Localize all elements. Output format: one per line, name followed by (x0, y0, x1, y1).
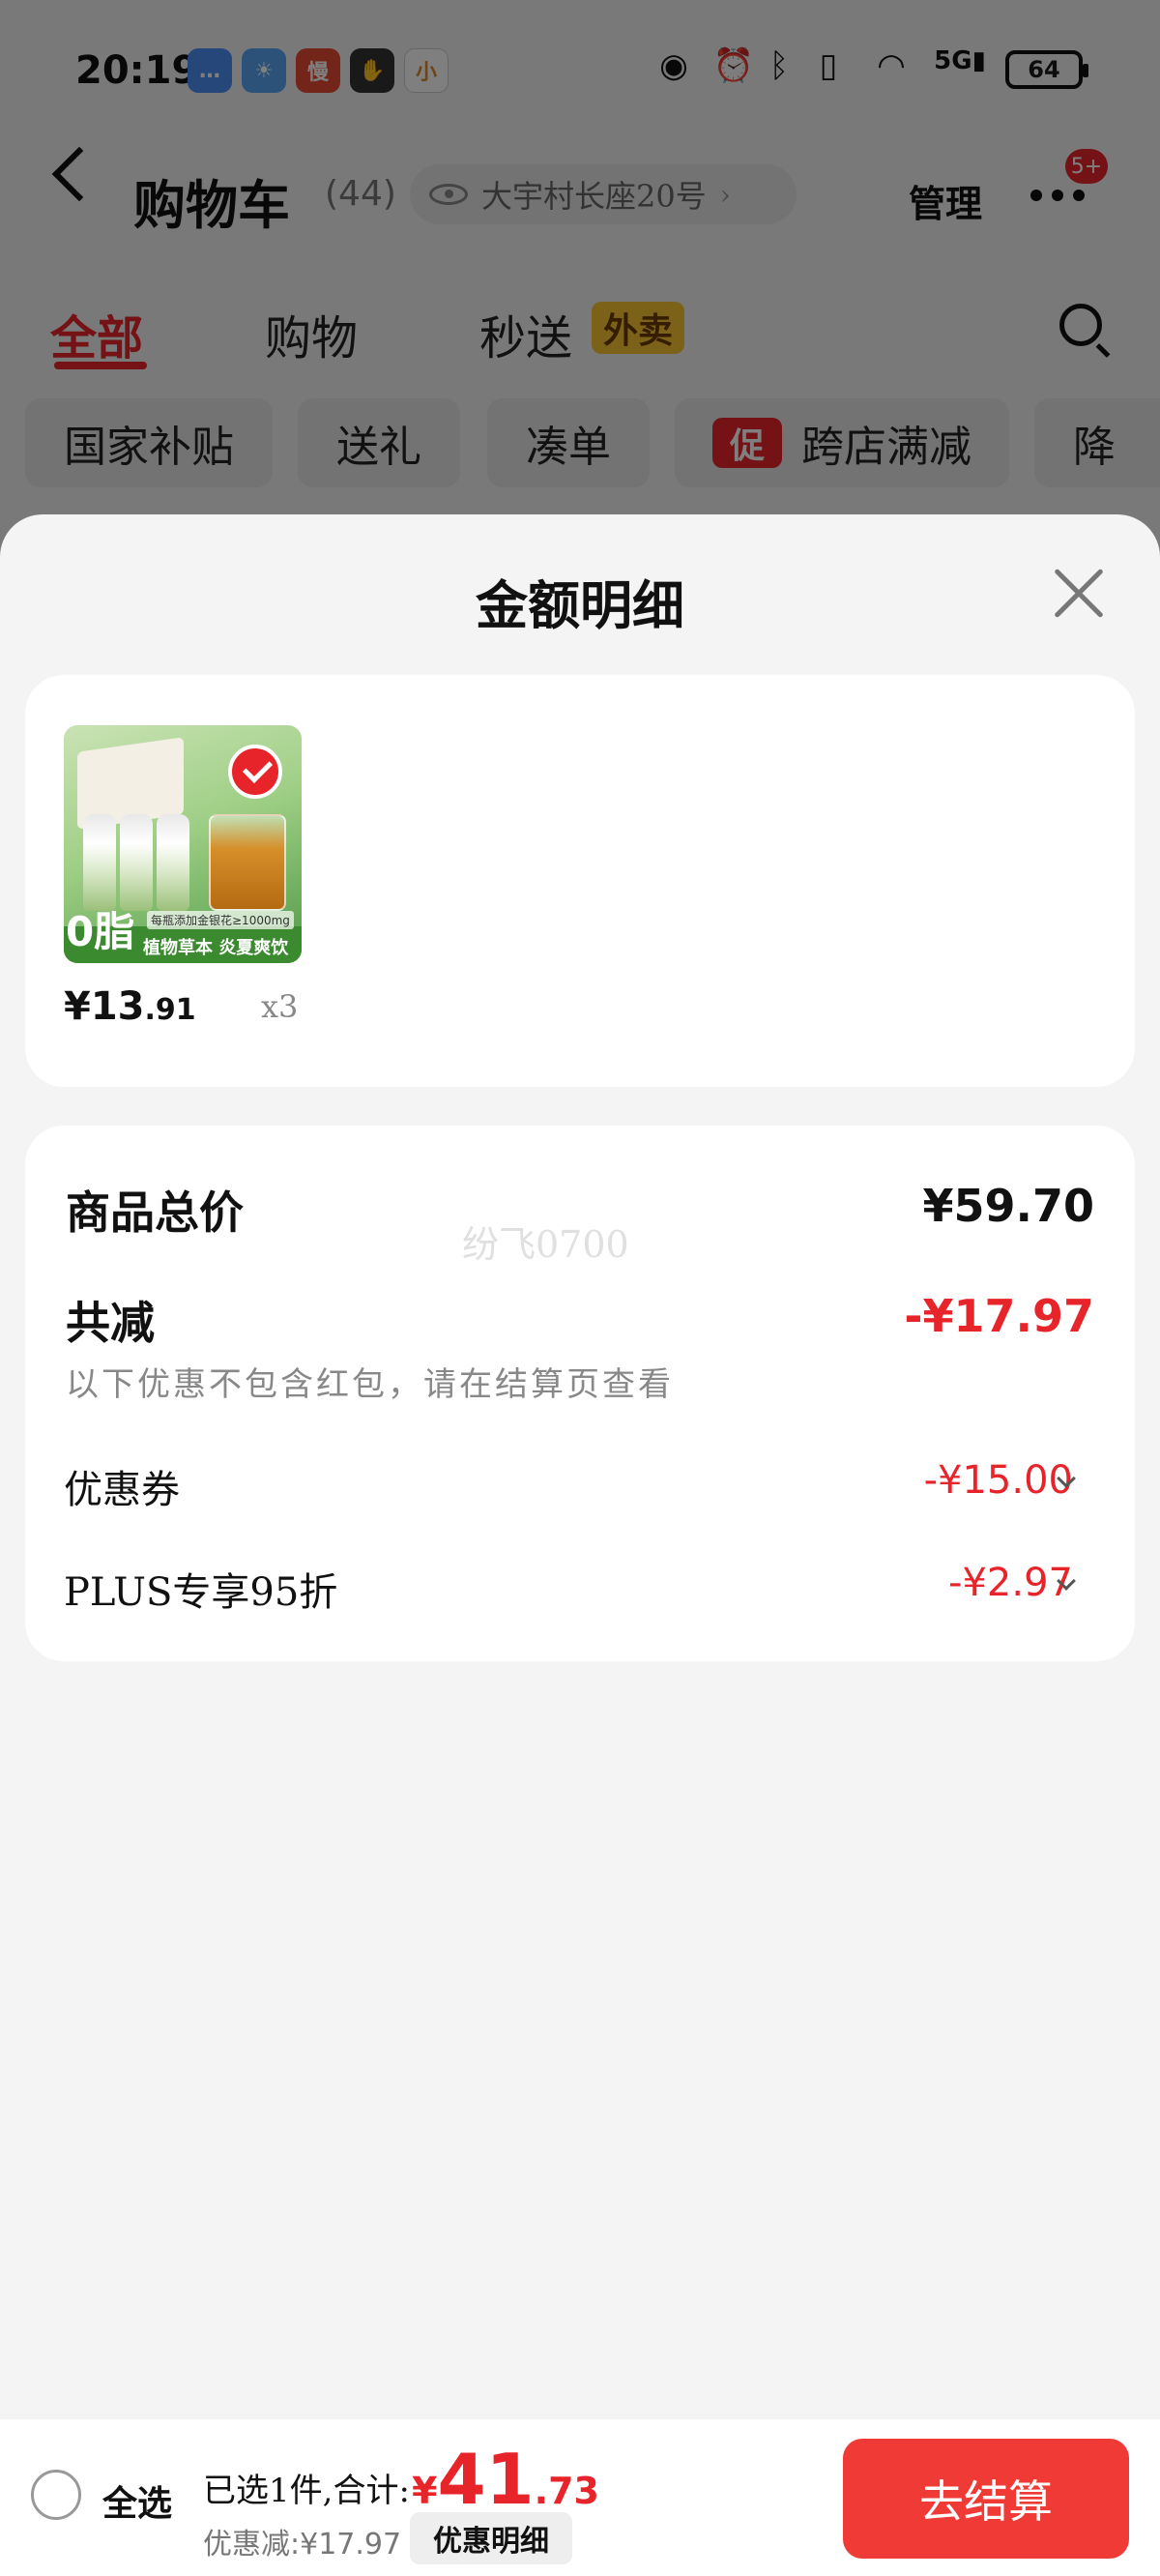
plus-discount-value[interactable]: -¥2.97 (948, 1561, 1073, 1605)
total-discount-value: -¥17.97 (904, 1290, 1094, 1342)
discount-note: 以下优惠不包含红包，请在结算页查看 (66, 1365, 674, 1404)
coupon-value[interactable]: -¥15.00 (924, 1458, 1073, 1503)
bottle-graphic (120, 814, 153, 911)
coupon-label: 优惠券 (64, 1468, 180, 1512)
currency-symbol: ¥ (412, 2470, 438, 2512)
watermark: 纷飞0700 (462, 1223, 629, 1266)
total-price: ¥41.73 (412, 2439, 599, 2520)
selected-check-icon[interactable] (228, 745, 282, 799)
zero-fat-badge: 0脂 (66, 908, 135, 955)
price-integer: ¥13 (64, 984, 145, 1029)
close-icon[interactable] (1050, 565, 1108, 623)
sheet-title: 金额明细 (476, 574, 684, 636)
product-note: 每瓶添加金银花≥1000mg (147, 911, 294, 929)
goods-total-label: 商品总价 (66, 1186, 244, 1239)
select-all-radio[interactable] (31, 2470, 81, 2520)
plus-discount-label: PLUS专享95折 (64, 1570, 338, 1615)
bottle-graphic (157, 814, 189, 911)
goods-total-value: ¥59.70 (922, 1180, 1094, 1232)
product-unit-price: ¥13.91 (64, 984, 196, 1029)
checkout-button[interactable]: 去结算 (843, 2439, 1129, 2559)
bottle-graphic (83, 814, 116, 911)
discount-total: 优惠减:¥17.97 (203, 2528, 402, 2561)
total-discount-label: 共减 (66, 1297, 155, 1349)
price-decimal: .91 (144, 993, 196, 1027)
product-caption: 植物草本 炎夏爽饮 (143, 938, 289, 958)
total-decimal: .73 (534, 2470, 599, 2512)
selected-summary: 已选1件,合计: (203, 2472, 410, 2510)
discount-detail-button[interactable]: 优惠明细 (410, 2512, 572, 2564)
total-integer: 41 (437, 2439, 535, 2520)
select-all-label[interactable]: 全选 (102, 2475, 172, 2526)
product-quantity: x3 (261, 988, 299, 1025)
glass-graphic (209, 814, 286, 911)
